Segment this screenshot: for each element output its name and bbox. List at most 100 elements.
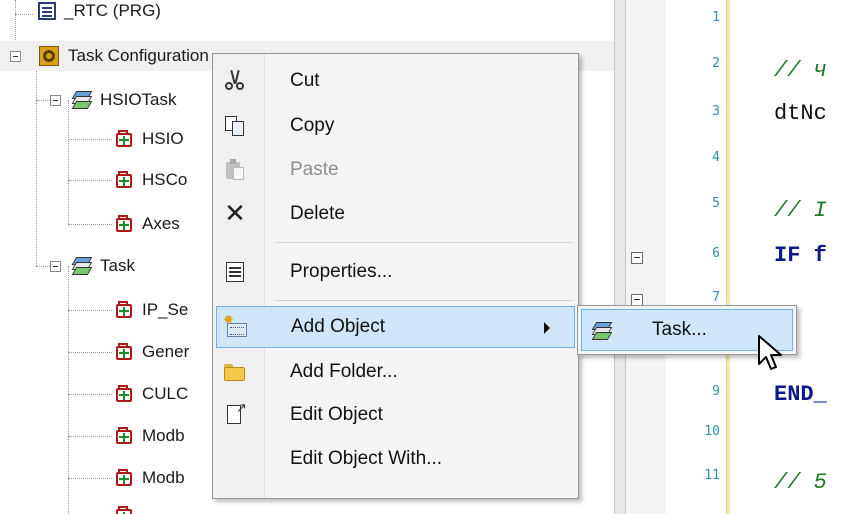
copy-icon (222, 114, 248, 138)
pou-call-icon (114, 300, 134, 320)
task-icon (588, 319, 614, 343)
tree-item-modb-2[interactable]: Modb (114, 463, 185, 493)
pou-call-icon (114, 170, 134, 190)
add-object-icon: ✸ (223, 313, 249, 340)
line-number: 7 (712, 290, 720, 305)
line-number: 3 (712, 104, 720, 119)
tree-item-label: Modb (142, 468, 185, 487)
menu-item-edit-object[interactable]: ↗ Edit Object (216, 394, 575, 436)
submenu-arrow-icon (544, 322, 550, 334)
line-number: 2 (712, 56, 720, 71)
pou-call-icon (114, 129, 134, 149)
tree-connector (36, 100, 50, 101)
pou-call-icon (114, 505, 134, 514)
menu-item-copy[interactable]: Copy (216, 105, 575, 147)
menu-item-edit-object-with[interactable]: Edit Object With... (216, 438, 575, 480)
tree-connector (36, 266, 50, 267)
menu-separator (275, 300, 573, 301)
tree-item-label: HSIO (142, 129, 184, 148)
tree-item-culc[interactable]: CULC (114, 379, 188, 409)
tree-item-task[interactable]: Task (70, 251, 135, 281)
tree-connector (15, 14, 33, 15)
menu-item-label: Paste (290, 159, 339, 180)
tree-item-label: HSIOTask (100, 90, 177, 109)
context-menu: Cut Copy Paste ✕ Delete Properties... ✸ … (212, 53, 579, 499)
tree-connector (36, 56, 37, 266)
collapse-toggle-icon[interactable] (10, 51, 21, 62)
mouse-pointer-icon (758, 335, 782, 370)
tree-item-gener[interactable]: Gener (114, 337, 189, 367)
folder-icon (222, 360, 248, 384)
tree-connector (68, 224, 112, 225)
tree-item-modb-1[interactable]: Modb (114, 421, 185, 451)
tree-connector (68, 436, 112, 437)
menu-item-label: Task... (652, 319, 707, 340)
code-line: // 5 (774, 470, 827, 495)
pou-call-icon (114, 468, 134, 488)
tree-connector (68, 352, 112, 353)
menu-item-paste[interactable]: Paste (216, 149, 575, 191)
pou-call-icon (114, 426, 134, 446)
code-line: // I (774, 198, 827, 223)
menu-item-label: Copy (290, 115, 335, 136)
tree-item-axes[interactable]: Axes (114, 209, 180, 239)
tree-connector (68, 394, 112, 395)
menu-item-properties[interactable]: Properties... (216, 251, 575, 293)
tree-item-partial (114, 500, 134, 514)
tree-item-label: Modb (142, 426, 185, 445)
menu-item-delete[interactable]: ✕ Delete (216, 193, 575, 235)
line-number: 1 (712, 10, 720, 25)
tree-item-ip-se[interactable]: IP_Se (114, 295, 188, 325)
menu-separator (275, 242, 573, 243)
line-number: 11 (704, 468, 720, 483)
pou-call-icon (114, 384, 134, 404)
tree-connector (68, 139, 112, 140)
tree-item-label: Gener (142, 342, 190, 361)
change-bar (726, 0, 730, 514)
task-configuration-icon (38, 45, 60, 67)
tree-item-hsio[interactable]: HSIO (114, 124, 184, 154)
tree-item-label: HSCo (142, 170, 188, 189)
code-line: IF f (774, 243, 827, 268)
collapse-toggle-icon[interactable] (50, 261, 61, 272)
tree-item-hsco[interactable]: HSCo (114, 165, 187, 195)
tree-connector (68, 478, 112, 479)
code-line: END_ (774, 382, 827, 407)
program-icon (38, 2, 56, 20)
menu-item-label: Cut (290, 70, 320, 91)
task-icon (70, 256, 93, 276)
scissors-icon (222, 69, 248, 93)
menu-item-cut[interactable]: Cut (216, 60, 575, 102)
menu-item-label: Properties... (290, 261, 393, 282)
pou-call-icon (114, 214, 134, 234)
tree-item-label: Task Configuration (68, 46, 209, 65)
tree-connector (68, 266, 69, 514)
code-line: // ч (774, 58, 827, 83)
collapse-toggle-icon[interactable] (50, 95, 61, 106)
code-line: dtNc (774, 101, 827, 126)
tree-connector (68, 100, 69, 224)
menu-item-add-folder[interactable]: Add Folder... (216, 351, 575, 393)
menu-item-label: Edit Object With... (290, 448, 443, 469)
pou-call-icon (114, 342, 134, 362)
menu-item-label: Add Folder... (290, 361, 398, 382)
tree-item-label: Axes (142, 214, 180, 233)
menu-item-label: Add Object (291, 316, 385, 337)
line-number: 10 (704, 424, 720, 439)
menu-item-add-object[interactable]: ✸ Add Object (216, 306, 575, 348)
line-number: 4 (712, 150, 720, 165)
tree-connector (68, 180, 112, 181)
edit-object-icon: ↗ (222, 401, 248, 427)
tree-connector (68, 310, 112, 311)
fold-toggle-icon[interactable] (631, 252, 643, 264)
code-editor[interactable]: 1 2 3 4 5 6 7 9 10 11 // ч dtNc // I IF … (626, 0, 851, 514)
menu-item-label: Edit Object (290, 404, 383, 425)
tree-item-label: Task (100, 256, 135, 275)
tree-item-label: _RTC (PRG) (64, 1, 161, 20)
panel-splitter[interactable] (614, 0, 626, 514)
line-number: 6 (712, 246, 720, 261)
tree-item-rtc[interactable]: _RTC (PRG) (38, 0, 161, 26)
tree-item-hsiotask[interactable]: HSIOTask (70, 85, 177, 115)
line-number: 5 (712, 196, 720, 211)
delete-icon: ✕ (224, 199, 246, 229)
